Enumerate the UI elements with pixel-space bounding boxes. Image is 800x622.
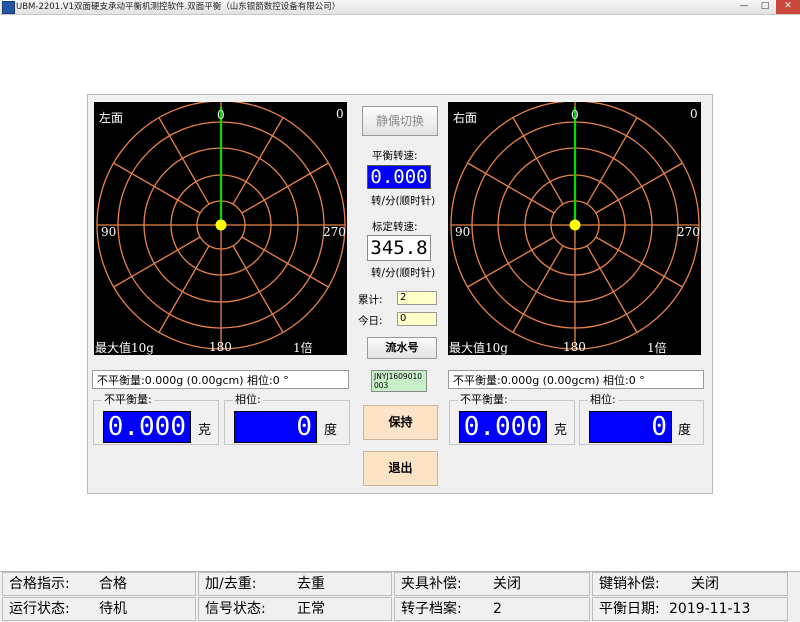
center-dot	[215, 219, 227, 231]
status-run-state-key: 运行状态:	[9, 601, 70, 617]
status-rotor-file-key: 转子档案:	[401, 601, 462, 617]
left-unbalance-group: 不平衡量: 0.000 克	[93, 394, 219, 445]
left-plane-name: 左面	[99, 111, 124, 125]
total-count-label: 累计:	[358, 294, 383, 306]
left-unbalance-title: 不平衡量:	[102, 393, 154, 406]
status-fixture-comp-key: 夹具补偿:	[401, 576, 462, 592]
balance-speed-value: 0.000	[367, 165, 431, 189]
left-phase-group: 相位: 0 度	[224, 394, 350, 445]
left-phase-value: 0	[234, 411, 317, 443]
left-summary-readout: 不平衡量:0.000g (0.00gcm) 相位:0 °	[92, 370, 349, 389]
close-icon[interactable]: ✕	[776, 0, 800, 14]
total-count-field[interactable]: 2	[397, 291, 437, 305]
right-phase-value: 0	[589, 411, 672, 443]
status-key-comp-key: 键销补偿:	[599, 576, 660, 592]
left-unbalance-unit: 克	[198, 423, 212, 438]
right-summary-readout: 不平衡量:0.000g (0.00gcm) 相位:0 °	[448, 370, 704, 389]
right-polar-grid	[450, 102, 700, 350]
status-run-state-value: 待机	[99, 601, 127, 617]
status-qualified-value: 合格	[99, 576, 127, 592]
status-weight-mode-value: 去重	[297, 576, 325, 592]
status-key-comp: 键销补偿: 关闭	[592, 572, 788, 596]
left-angle-left: 90	[101, 225, 117, 239]
right-angle-top: 0	[571, 108, 579, 122]
right-angle-bottom: 180	[563, 340, 586, 354]
left-phase-unit: 度	[324, 423, 338, 438]
static-couple-switch-button[interactable]: 静偶切换	[362, 106, 438, 136]
right-unbalance-group: 不平衡量: 0.000 克	[449, 394, 575, 445]
serial-number-button[interactable]: 流水号	[367, 337, 437, 359]
status-balance-date-value: 2019-11-13	[669, 601, 751, 617]
status-signal-key: 信号状态:	[205, 601, 266, 617]
status-weight-mode: 加/去重: 去重	[198, 572, 392, 596]
right-phase-unit: 度	[678, 423, 692, 438]
status-balance-date: 平衡日期: 2019-11-13	[592, 597, 788, 621]
app-icon	[2, 1, 15, 14]
calib-speed-unit: 转/分(顺时针)	[371, 267, 436, 279]
status-qualified-key: 合格指示:	[9, 576, 70, 592]
right-polar-display: 右面 0 0 90 270 180 最大值10g 1倍	[448, 102, 701, 355]
right-plane-name: 右面	[453, 111, 478, 125]
calib-speed-label: 标定转速:	[372, 221, 418, 233]
main-panel: 左面 0 0 90 270 180 最大值10g 1倍 右面 0 0 90 27…	[87, 94, 713, 494]
left-polar-display: 左面 0 0 90 270 180 最大值10g 1倍	[94, 102, 347, 355]
title-bar: UBM-2201.V1双面硬支承动平衡机测控软件.双面平衡（山东银箭数控设备有限…	[0, 0, 800, 15]
right-unbalance-unit: 克	[554, 423, 568, 438]
left-corner-value: 0	[336, 107, 344, 121]
left-max-label: 最大值10g	[95, 341, 154, 355]
status-fixture-comp: 夹具补偿: 关闭	[394, 572, 590, 596]
today-count-label: 今日:	[358, 315, 383, 327]
left-polar-grid	[96, 102, 346, 350]
left-angle-bottom: 180	[209, 340, 232, 354]
today-count-field[interactable]: 0	[397, 312, 437, 326]
right-angle-right: 270	[677, 225, 700, 239]
serial-number-display: JNYJ1609010003	[371, 370, 427, 392]
balance-speed-unit: 转/分(顺时针)	[371, 195, 436, 207]
status-bar: 合格指示: 合格 加/去重: 去重 夹具补偿: 关闭 键销补偿: 关闭 运行状态…	[0, 571, 800, 622]
right-unbalance-title: 不平衡量:	[458, 393, 510, 406]
status-qualified: 合格指示: 合格	[2, 572, 196, 596]
right-phase-title: 相位:	[588, 393, 618, 406]
status-run-state: 运行状态: 待机	[2, 597, 196, 621]
right-corner-value: 0	[690, 107, 698, 121]
minimize-icon[interactable]: —	[734, 0, 754, 14]
right-angle-left: 90	[455, 225, 471, 239]
left-angle-right: 270	[323, 225, 346, 239]
status-balance-date-key: 平衡日期:	[599, 601, 660, 617]
hold-button[interactable]: 保持	[363, 405, 438, 440]
status-rotor-file: 转子档案: 2	[394, 597, 590, 621]
status-signal-value: 正常	[297, 601, 325, 617]
status-rotor-file-value: 2	[493, 601, 502, 617]
right-unbalance-value: 0.000	[459, 411, 547, 443]
window-title: UBM-2201.V1双面硬支承动平衡机测控软件.双面平衡（山东银箭数控设备有限…	[16, 2, 341, 12]
status-fixture-comp-value: 关闭	[493, 576, 521, 592]
status-signal: 信号状态: 正常	[198, 597, 392, 621]
right-max-label: 最大值10g	[449, 341, 508, 355]
calib-speed-value: 345.8	[367, 235, 431, 261]
right-scale-label: 1倍	[647, 341, 667, 355]
balance-speed-label: 平衡转速:	[372, 150, 418, 162]
left-angle-top: 0	[217, 108, 225, 122]
maximize-icon[interactable]: □	[755, 0, 775, 14]
left-phase-title: 相位:	[233, 393, 263, 406]
left-scale-label: 1倍	[293, 341, 313, 355]
exit-button[interactable]: 退出	[363, 451, 438, 486]
status-weight-mode-key: 加/去重:	[205, 576, 257, 592]
left-unbalance-value: 0.000	[103, 411, 191, 443]
status-key-comp-value: 关闭	[691, 576, 719, 592]
center-dot	[569, 219, 581, 231]
right-phase-group: 相位: 0 度	[579, 394, 704, 445]
